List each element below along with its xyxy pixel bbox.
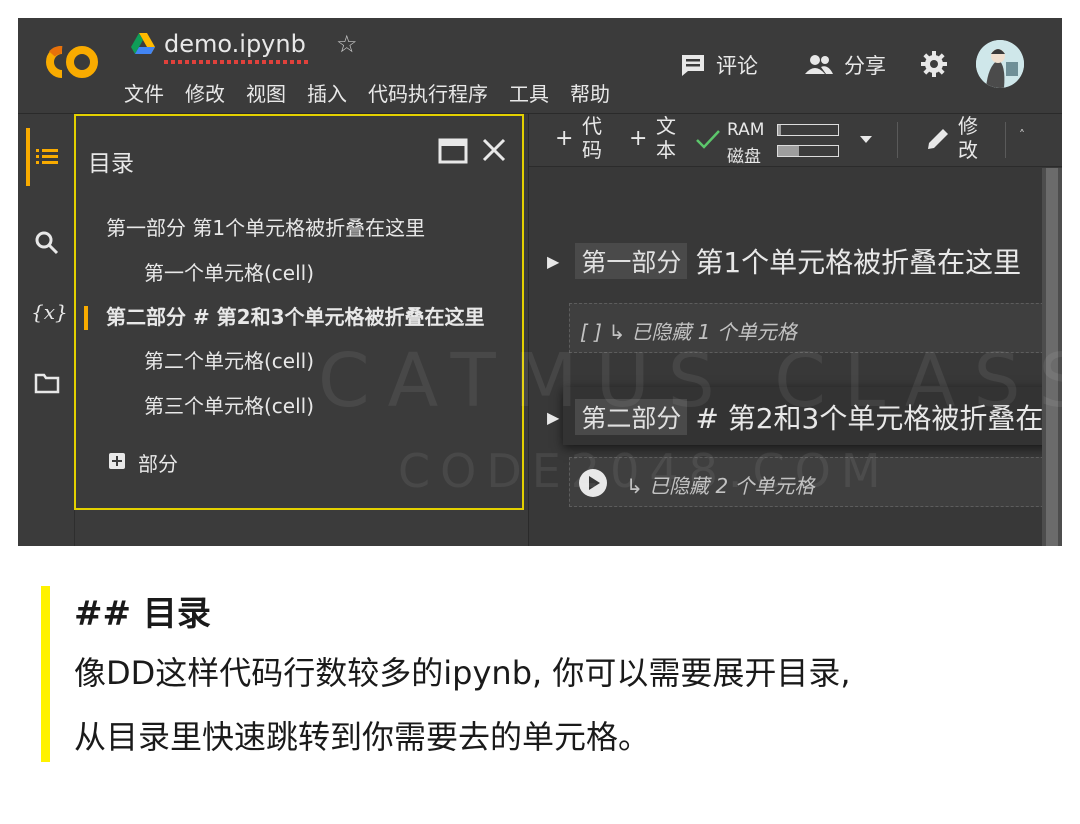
note-accent-bar: [41, 586, 50, 762]
people-icon: [805, 55, 833, 74]
add-code-plus-icon[interactable]: +: [555, 126, 573, 151]
toc-item-cell-1[interactable]: 第一个单元格(cell): [144, 257, 314, 286]
add-code-button[interactable]: 代码: [581, 114, 603, 162]
ram-label: RAM: [727, 120, 765, 140]
popout-icon[interactable]: [438, 138, 468, 164]
avatar-illustration: [976, 40, 1024, 88]
dropdown-arrow-icon[interactable]: [859, 134, 873, 144]
add-section-button[interactable]: 部分: [138, 448, 178, 477]
toc-item-cell-3[interactable]: 第三个单元格(cell): [144, 390, 314, 419]
watermark-line-2: CODE2048.COM: [398, 444, 891, 498]
pencil-icon[interactable]: [925, 126, 951, 152]
watermark-line-1: CATMUS CLASS: [318, 338, 1062, 424]
close-icon[interactable]: [480, 136, 508, 164]
variables-icon[interactable]: {x}: [31, 300, 68, 326]
menu-help[interactable]: 帮助: [570, 78, 610, 107]
toolbar-divider-2: [1005, 122, 1006, 158]
section-prefix-1: 第一部分: [575, 243, 688, 279]
toolbar-divider: [897, 122, 898, 158]
side-rail: {x}: [18, 114, 75, 546]
menu-insert[interactable]: 插入: [307, 78, 347, 107]
google-drive-icon: [131, 33, 155, 54]
share-label: 分享: [844, 54, 886, 78]
note-line-1: 像DD这样代码行数较多的ipynb, 你可以需要展开目录,: [74, 654, 851, 692]
notebook-file-name[interactable]: demo.ipynb: [164, 30, 306, 58]
search-icon[interactable]: [34, 230, 60, 256]
disk-label: 磁盘: [727, 147, 761, 167]
share-button[interactable]: 分享: [804, 50, 886, 80]
collapse-toolbar-icon[interactable]: ˄: [1019, 128, 1025, 142]
toc-current-marker: [84, 306, 88, 330]
section-title-1: 第1个单元格被折叠在这里: [695, 246, 1022, 279]
add-text-button[interactable]: 文本: [655, 114, 677, 162]
colab-screenshot: demo.ipynb ☆ 文件 修改 视图 插入 代码执行程序 工具 帮助 评论: [18, 18, 1062, 546]
section-heading-1[interactable]: ▶ 第一部分 第1个单元格被折叠在这里: [547, 241, 1021, 281]
gear-icon[interactable]: [920, 50, 948, 78]
toc-item-cell-2[interactable]: 第二个单元格(cell): [144, 345, 314, 374]
comment-icon: [682, 55, 704, 76]
toc-item-section-2[interactable]: 第二部分 # 第2和3个单元格被折叠在这里: [106, 301, 485, 330]
add-section-icon[interactable]: [108, 452, 126, 470]
menu-view[interactable]: 视图: [246, 78, 286, 107]
comment-button[interactable]: 评论: [680, 50, 758, 80]
connected-check-icon: [696, 130, 720, 149]
expand-chevron-icon[interactable]: ▶: [547, 252, 559, 271]
toc-item-section-1[interactable]: 第一部分 第1个单元格被折叠在这里: [106, 212, 425, 241]
star-icon[interactable]: ☆: [336, 30, 358, 58]
menu-tools[interactable]: 工具: [509, 78, 549, 107]
menu-edit[interactable]: 修改: [185, 78, 225, 107]
colab-header: demo.ipynb ☆ 文件 修改 视图 插入 代码执行程序 工具 帮助 评论: [18, 18, 1062, 114]
note-line-2: 从目录里快速跳转到你需要去的单元格。: [74, 718, 651, 756]
ram-usage-bar[interactable]: [777, 124, 839, 136]
comment-label: 评论: [716, 54, 758, 78]
folder-icon[interactable]: [34, 370, 60, 396]
table-of-contents-icon[interactable]: [34, 144, 60, 170]
note-heading: ## 目录: [74, 594, 211, 634]
menu-file[interactable]: 文件: [124, 78, 164, 107]
menu-bar: 文件 修改 视图 插入 代码执行程序 工具 帮助: [124, 78, 631, 107]
edit-button[interactable]: 修改: [957, 114, 979, 162]
disk-usage-bar[interactable]: [777, 145, 839, 157]
avatar[interactable]: [976, 40, 1024, 88]
add-text-plus-icon[interactable]: +: [629, 126, 647, 151]
menu-runtime[interactable]: 代码执行程序: [368, 78, 488, 107]
spellcheck-underline: [164, 60, 308, 64]
notebook-toolbar: + 代码 + 文本 RAM 磁盘 修改 ˄: [529, 114, 1062, 167]
toc-title: 目录: [88, 151, 134, 177]
colab-logo: [46, 46, 98, 78]
rail-active-indicator: [26, 128, 30, 186]
